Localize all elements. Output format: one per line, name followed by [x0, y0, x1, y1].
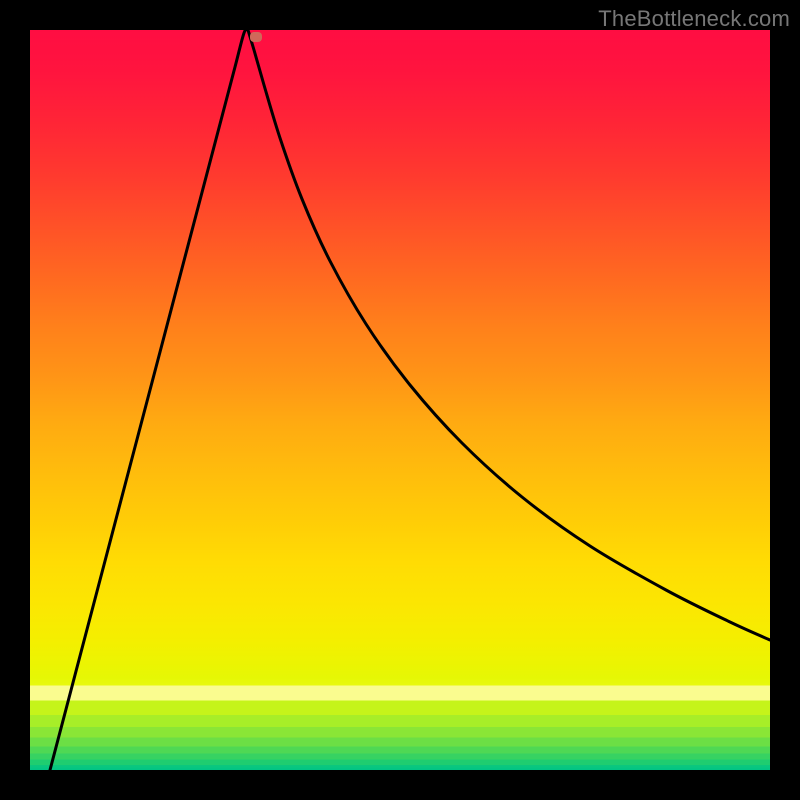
chart-frame: TheBottleneck.com: [0, 0, 800, 800]
curve-right-branch: [248, 30, 770, 640]
bottleneck-curve: [30, 30, 770, 770]
plot-area: [30, 30, 770, 770]
curve-left-branch: [50, 30, 248, 770]
optimum-marker: [250, 32, 262, 42]
watermark-text: TheBottleneck.com: [598, 6, 790, 32]
